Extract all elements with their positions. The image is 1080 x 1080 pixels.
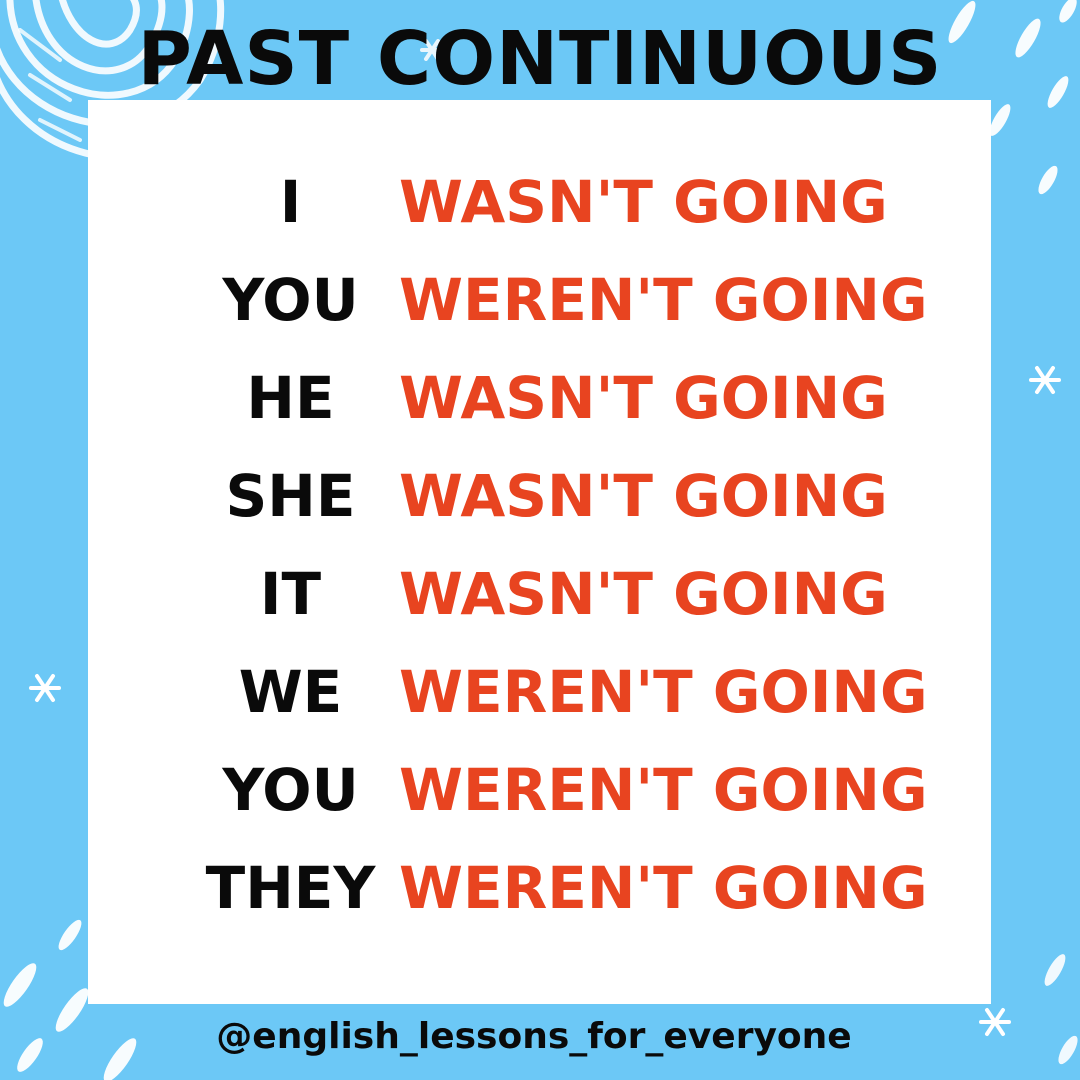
verb-form: WEREN'T GOING [399,266,928,334]
verb-form: WEREN'T GOING [399,854,928,922]
pronoun-label: I [279,168,302,236]
conjugation-card: I WASN'T GOING YOU WEREN'T GOING HE WASN… [88,100,991,1004]
pronoun-label: IT [259,560,322,628]
pronoun-label: SHE [225,462,356,530]
pronoun-label: YOU [222,266,359,334]
verb-form: WASN'T GOING [399,560,888,628]
pronoun-label: HE [246,364,335,432]
account-handle: @english_lessons_for_everyone [216,1016,852,1057]
conjugation-row: THEY WEREN'T GOING [88,839,991,937]
conjugation-row: YOU WEREN'T GOING [88,251,991,349]
page-title: PAST CONTINUOUS [137,16,943,102]
conjugation-row: IT WASN'T GOING [88,545,991,643]
verb-form: WASN'T GOING [399,462,888,530]
verb-form: WASN'T GOING [399,168,888,236]
conjugation-row: HE WASN'T GOING [88,349,991,447]
conjugation-row: I WASN'T GOING [88,153,991,251]
conjugation-row: SHE WASN'T GOING [88,447,991,545]
verb-form: WASN'T GOING [399,364,888,432]
verb-form: WEREN'T GOING [399,756,928,824]
verb-form: WEREN'T GOING [399,658,928,726]
conjugation-row: WE WEREN'T GOING [88,643,991,741]
pronoun-label: WE [238,658,343,726]
pronoun-label: THEY [205,854,376,922]
pronoun-label: YOU [222,756,359,824]
conjugation-row: YOU WEREN'T GOING [88,741,991,839]
